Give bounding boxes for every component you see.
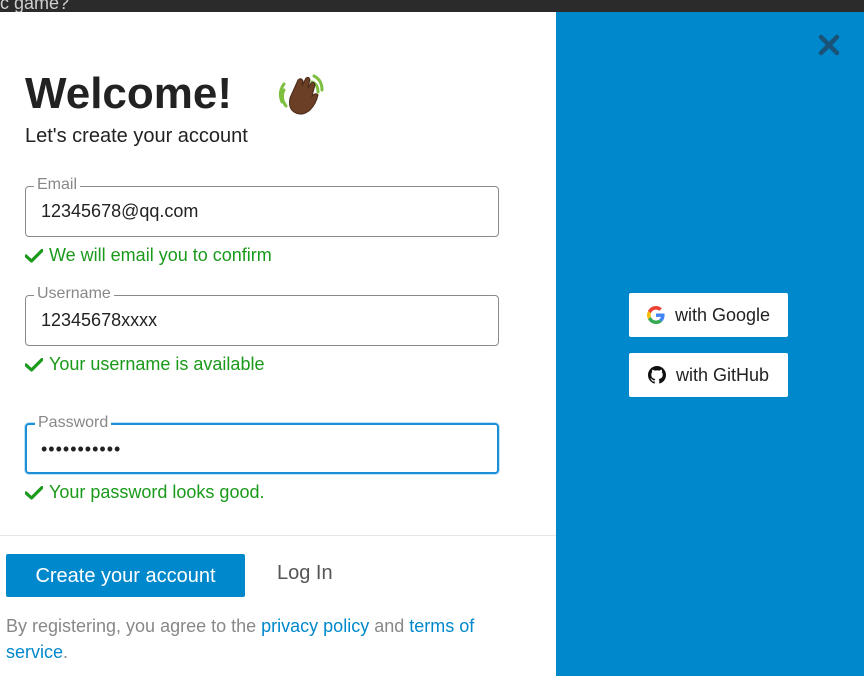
divider <box>0 535 556 536</box>
waving-hand-icon <box>278 74 324 115</box>
username-field[interactable]: Username 12345678xxxx <box>25 285 499 346</box>
email-field[interactable]: Email 12345678@qq.com <box>25 176 499 237</box>
username-hint: Your username is available <box>25 354 264 375</box>
legal-suffix: . <box>63 642 69 662</box>
check-icon <box>25 357 43 372</box>
password-field[interactable]: Password ••••••••••• <box>25 414 499 474</box>
background-text: c game? <box>0 0 70 12</box>
username-label: Username <box>34 285 114 303</box>
password-hint: Your password looks good. <box>25 482 264 503</box>
github-label: with GitHub <box>675 364 770 385</box>
email-value[interactable]: 12345678@qq.com <box>41 201 198 222</box>
check-icon <box>25 248 43 263</box>
username-hint-text: Your username is available <box>49 354 265 374</box>
email-hint-text: We will email you to confirm <box>49 245 272 265</box>
password-label: Password <box>35 414 112 432</box>
login-link[interactable]: Log In <box>277 562 333 585</box>
github-login-button[interactable]: with GitHub <box>629 353 788 397</box>
google-label: with Google <box>674 304 771 325</box>
oauth-panel <box>556 12 864 676</box>
close-icon[interactable] <box>818 34 840 56</box>
email-hint: We will email you to confirm <box>25 245 272 266</box>
password-hint-text: Your password looks good. <box>49 482 265 502</box>
google-icon <box>646 306 665 324</box>
password-value[interactable]: ••••••••••• <box>41 439 121 460</box>
legal-and: and <box>369 616 410 636</box>
create-account-button[interactable]: Create your account <box>6 554 245 597</box>
page-subtitle: Let's create your account <box>25 125 248 147</box>
background-page: c game? <box>0 0 864 12</box>
check-icon <box>25 485 43 500</box>
legal-text: By registering, you agree to the privacy… <box>6 613 526 665</box>
github-icon <box>647 366 666 384</box>
page-title: Welcome! <box>25 69 233 118</box>
legal-prefix: By registering, you agree to the <box>6 616 262 636</box>
email-label: Email <box>34 176 81 194</box>
username-value[interactable]: 12345678xxxx <box>41 310 157 331</box>
privacy-policy-link[interactable]: privacy policy <box>261 616 369 636</box>
google-login-button[interactable]: with Google <box>629 293 788 337</box>
